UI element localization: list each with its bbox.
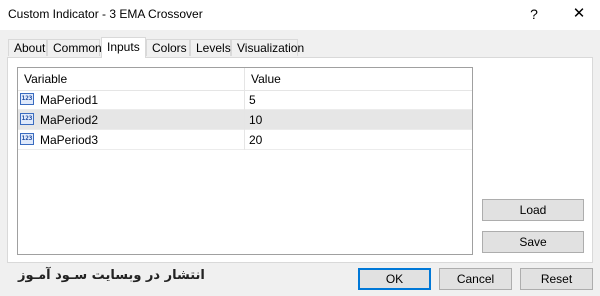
column-divider: [244, 130, 245, 150]
load-button[interactable]: Load: [482, 199, 584, 221]
table-row[interactable]: 123 MaPeriod2 10: [18, 110, 472, 130]
reset-button[interactable]: Reset: [520, 268, 593, 290]
variable-value[interactable]: 5: [249, 93, 256, 107]
column-header-value[interactable]: Value: [251, 72, 281, 86]
variable-name: MaPeriod3: [40, 133, 99, 147]
column-divider[interactable]: [244, 68, 245, 90]
variable-name: MaPeriod1: [40, 93, 99, 107]
help-icon[interactable]: ?: [524, 4, 544, 24]
tab-visualization[interactable]: Visualization: [231, 39, 304, 56]
window-title: Custom Indicator - 3 EMA Crossover: [8, 7, 203, 21]
close-icon[interactable]: ✕: [568, 4, 590, 24]
variable-value[interactable]: 10: [249, 113, 262, 127]
save-button[interactable]: Save: [482, 231, 584, 253]
grid-header: Variable Value: [18, 68, 472, 91]
variable-name: MaPeriod2: [40, 113, 99, 127]
tab-levels[interactable]: Levels: [190, 39, 231, 56]
table-row[interactable]: 123 MaPeriod1 5: [18, 90, 472, 110]
integer-icon: 123: [20, 93, 34, 105]
table-row[interactable]: 123 MaPeriod3 20: [18, 130, 472, 150]
watermark-text: انتشار در وبسایت سـود آمـوز: [18, 268, 205, 283]
variable-value[interactable]: 20: [249, 133, 262, 147]
tab-colors[interactable]: Colors: [146, 39, 190, 56]
cancel-button[interactable]: Cancel: [439, 268, 512, 290]
ok-button[interactable]: OK: [358, 268, 431, 290]
integer-icon: 123: [20, 133, 34, 145]
column-header-variable[interactable]: Variable: [24, 72, 67, 86]
title-bar: Custom Indicator - 3 EMA Crossover ? ✕: [0, 0, 600, 30]
tab-common[interactable]: Common: [47, 39, 102, 56]
column-divider: [244, 110, 245, 130]
integer-icon: 123: [20, 113, 34, 125]
column-divider: [244, 90, 245, 110]
inputs-grid: Variable Value 123 MaPeriod1 5 123 MaPer…: [17, 67, 473, 255]
tab-inputs[interactable]: Inputs: [101, 37, 146, 58]
tab-about[interactable]: About: [8, 39, 47, 56]
